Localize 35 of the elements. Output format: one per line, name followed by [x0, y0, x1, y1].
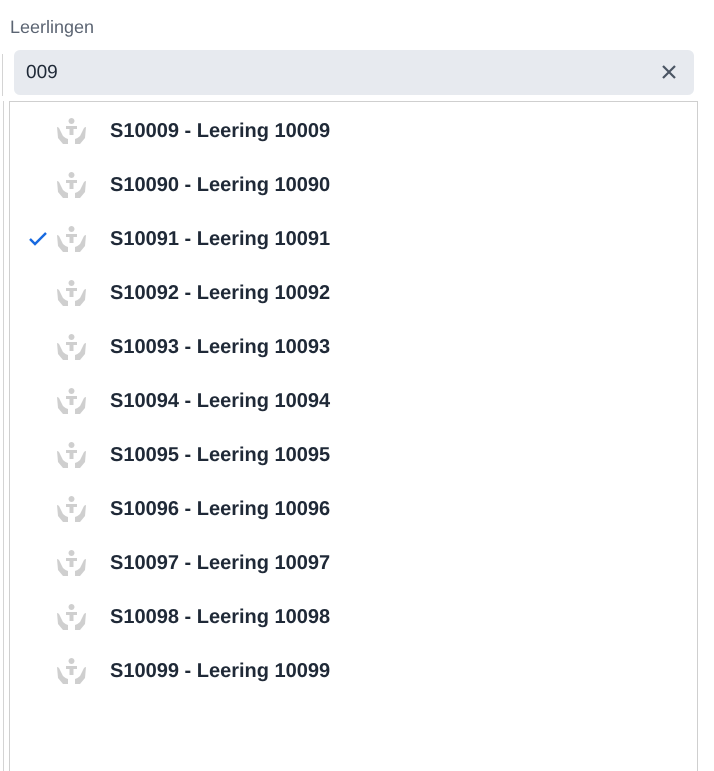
option-label: S10092 - Leering 10092: [110, 282, 330, 304]
option-label: S10097 - Leering 10097: [110, 552, 330, 574]
list-option[interactable]: S10093 - Leering 10093: [10, 320, 697, 374]
option-label: S10093 - Leering 10093: [110, 336, 330, 358]
hands-person-icon: [56, 333, 87, 361]
option-label: S10094 - Leering 10094: [110, 390, 330, 412]
hands-person-icon: [56, 117, 87, 145]
option-label: S10098 - Leering 10098: [110, 606, 330, 628]
list-option[interactable]: S10094 - Leering 10094: [10, 374, 697, 428]
option-label: S10096 - Leering 10096: [110, 498, 330, 520]
list-option[interactable]: S10096 - Leering 10096: [10, 482, 697, 536]
hands-person-icon: [56, 495, 87, 523]
option-label: S10099 - Leering 10099: [110, 660, 330, 682]
hands-person-icon: [56, 279, 87, 307]
option-label: S10095 - Leering 10095: [110, 444, 330, 466]
list-option[interactable]: S10097 - Leering 10097: [10, 536, 697, 590]
list-option[interactable]: S10091 - Leering 10091: [10, 212, 697, 266]
hands-person-icon: [56, 603, 87, 631]
list-option[interactable]: S10095 - Leering 10095: [10, 428, 697, 482]
list-option[interactable]: S10098 - Leering 10098: [10, 590, 697, 644]
option-label: S10009 - Leering 10009: [110, 120, 330, 142]
hands-person-icon: [56, 441, 87, 469]
option-label: S10090 - Leering 10090: [110, 174, 330, 196]
list-option[interactable]: S10099 - Leering 10099: [10, 644, 697, 698]
hands-person-icon: [56, 387, 87, 415]
hands-person-icon: [56, 171, 87, 199]
hands-person-icon: [56, 657, 87, 685]
list-option[interactable]: S10090 - Leering 10090: [10, 158, 697, 212]
field-label: Leerlingen: [10, 17, 94, 38]
hands-person-icon: [56, 549, 87, 577]
list-option[interactable]: S10009 - Leering 10009: [10, 104, 697, 158]
option-label: S10091 - Leering 10091: [110, 228, 330, 250]
list-option[interactable]: S10092 - Leering 10092: [10, 266, 697, 320]
search-field[interactable]: 009: [14, 50, 694, 95]
hands-person-icon: [56, 225, 87, 253]
